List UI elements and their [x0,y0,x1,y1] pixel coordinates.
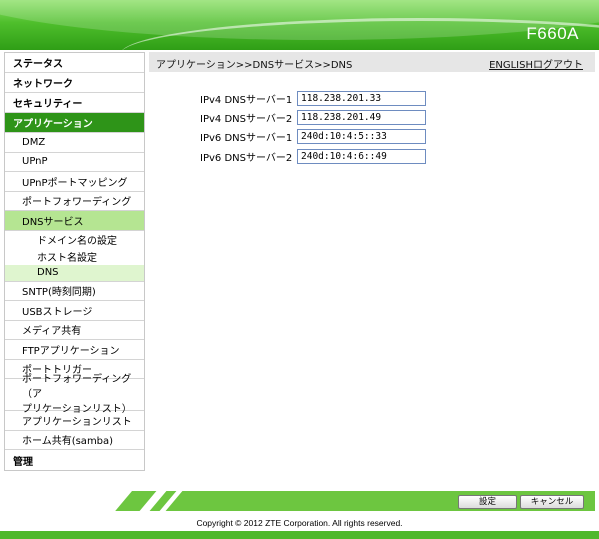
sidebar-item-label: DNS [37,267,59,278]
form-row-ipv6-dns1: IPv6 DNSサーバー1 [200,129,426,144]
sidebar-item-label: ネットワーク [13,79,73,90]
sidebar-item-label: DMZ [22,136,46,148]
sidebar-item-label: メディア共有 [22,326,82,338]
breadcrumb-bar: アプリケーション>>DNSサービス>>DNS ENGLISHログアウト [149,52,595,72]
bottom-stripe [0,531,599,539]
footer-action-bar: 設定 キャンセル [4,491,595,511]
sidebar-item-label: ステータス [13,59,63,70]
sidebar-item-label: ホスト名設定 [37,252,97,264]
sidebar-item-upnp[interactable]: UPnP [5,153,144,172]
sidebar-item-label: UPnPポートマッピング [22,177,128,189]
sidebar-item-media-sharing[interactable]: メディア共有 [5,321,144,340]
sidebar-nav: ステータス ネットワーク セキュリティー アプリケーション DMZ UPnP U… [4,52,145,471]
sidebar-item-domain-name[interactable]: ドメイン名の設定 [5,231,144,248]
sidebar-item-label: ホーム共有(samba) [22,436,114,448]
sidebar-item-home-sharing[interactable]: ホーム共有(samba) [5,431,144,450]
copyright-text: Copyright © 2012 ZTE Corporation. All ri… [196,518,403,528]
header-banner: F660A [0,0,599,50]
sidebar-item-sntp[interactable]: SNTP(時刻同期) [5,282,144,301]
sidebar-item-label: FTPアプリケーション [22,345,120,357]
sidebar-item-label: USBストレージ [22,306,93,318]
sidebar-item-label: セキュリティー [13,99,83,110]
ipv6-dns1-input[interactable] [297,129,426,144]
sidebar-item-status[interactable]: ステータス [5,53,144,73]
sidebar-item-dns-service[interactable]: DNSサービス [5,211,144,231]
cancel-button[interactable]: キャンセル [520,495,584,509]
ipv6-dns2-label: IPv6 DNSサーバー2 [200,153,293,164]
sidebar-item-dns[interactable]: DNS [5,264,144,282]
sidebar-item-port-forwarding-app-list[interactable]: ポートフォワーディング（ア プリケーションリスト） [5,374,144,415]
sidebar-item-label: UPnP [22,156,48,168]
sidebar-item-security[interactable]: セキュリティー [5,93,144,113]
sidebar-item-label: アプリケーションリスト [22,416,132,428]
sidebar-item-host-name[interactable]: ホスト名設定 [5,248,144,265]
sidebar-item-network[interactable]: ネットワーク [5,73,144,93]
ipv4-dns2-input[interactable] [297,110,426,125]
sidebar-item-label-line1: ポートフォワーディング（ア [22,374,132,400]
sidebar-item-usb-storage[interactable]: USBストレージ [5,301,144,321]
breadcrumb: アプリケーション>>DNSサービス>>DNS [156,60,353,71]
sidebar-item-upnp-port-mapping[interactable]: UPnPポートマッピング [5,172,144,192]
ipv4-dns1-label: IPv4 DNSサーバー1 [200,95,293,106]
sidebar-item-label: アプリケーション [13,119,93,130]
ipv4-dns1-input[interactable] [297,91,426,106]
form-row-ipv4-dns2: IPv4 DNSサーバー2 [200,110,426,125]
sidebar-item-application-list[interactable]: アプリケーションリスト [5,411,144,431]
sidebar-item-management[interactable]: 管理 [5,450,144,470]
sidebar-item-label: 管理 [13,456,33,468]
sidebar-item-label: ドメイン名の設定 [37,235,117,247]
form-row-ipv6-dns2: IPv6 DNSサーバー2 [200,149,426,164]
sidebar-item-port-forwarding[interactable]: ポートフォワーディング [5,192,144,211]
set-button[interactable]: 設定 [458,495,517,509]
sidebar-item-dmz[interactable]: DMZ [5,133,144,153]
ipv6-dns1-label: IPv6 DNSサーバー1 [200,133,293,144]
english-logout-link[interactable]: ENGLISHログアウト [489,56,583,71]
ipv4-dns2-label: IPv4 DNSサーバー2 [200,114,293,125]
ipv6-dns2-input[interactable] [297,149,426,164]
sidebar-item-label: SNTP(時刻同期) [22,287,96,299]
sidebar-item-ftp-application[interactable]: FTPアプリケーション [5,340,144,360]
sidebar-item-application[interactable]: アプリケーション [5,113,144,133]
sidebar-item-label: ポートフォワーディング [22,197,132,209]
device-model: F660A [526,24,579,43]
footer-notch-decoration [4,491,133,511]
form-row-ipv4-dns1: IPv4 DNSサーバー1 [200,91,426,106]
sidebar-item-label: DNSサービス [22,216,84,228]
